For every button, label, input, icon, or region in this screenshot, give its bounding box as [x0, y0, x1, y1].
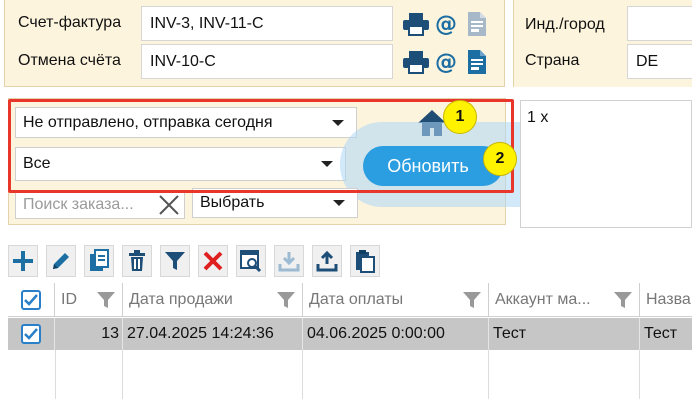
column-pay-date-label: Дата оплаты — [309, 290, 404, 308]
zip-city-label: Инд./город — [525, 16, 605, 33]
badge-1: 1 — [443, 100, 477, 134]
column-header-pay-date[interactable]: Дата оплаты — [303, 283, 489, 317]
edit-icon[interactable] — [46, 245, 76, 277]
column-header-id[interactable]: ID — [55, 283, 123, 317]
svg-text:@: @ — [435, 50, 457, 74]
column-sale-date-label: Дата продажи — [129, 290, 233, 308]
cancel-invoice-label: Отмена счёта — [18, 52, 121, 69]
print-icon-2[interactable] — [401, 49, 431, 75]
search-doc-icon[interactable] — [236, 245, 266, 277]
delete-icon[interactable] — [122, 245, 152, 277]
svg-text:@: @ — [435, 12, 457, 36]
cancel-invoice-field[interactable]: INV-10-C — [141, 44, 393, 79]
invoice-field[interactable]: INV-3, INV-11-C — [141, 6, 393, 41]
column-name-label: Назва — [646, 290, 691, 308]
zip-city-field[interactable] — [627, 6, 692, 41]
select-all-header — [8, 283, 55, 317]
highlight-frame — [8, 99, 514, 193]
export-icon[interactable] — [312, 245, 342, 277]
column-header-name[interactable]: Назва — [640, 283, 692, 317]
note-text: 1 x — [527, 109, 549, 126]
column-divider — [639, 350, 640, 399]
table-cell-id[interactable]: 13 — [55, 318, 123, 350]
column-header-account[interactable]: Аккаунт ма... — [489, 283, 640, 317]
choose-select-value: Выбрать — [200, 194, 265, 211]
table-cell-name[interactable]: Тест — [640, 318, 692, 350]
badge-2: 2 — [483, 142, 517, 176]
toolbar — [8, 245, 380, 277]
column-filter-icon[interactable] — [96, 290, 116, 310]
column-filter-icon[interactable] — [276, 290, 296, 310]
row-select-cell — [8, 318, 55, 350]
order-search-placeholder: Поиск заказа... — [23, 195, 134, 213]
paste-icon[interactable] — [350, 245, 380, 277]
column-id-label: ID — [61, 290, 77, 308]
document-icon[interactable] — [465, 10, 489, 38]
column-filter-icon[interactable] — [462, 290, 482, 310]
clear-search-icon[interactable] — [156, 192, 182, 218]
column-divider — [55, 350, 56, 399]
invoice-label: Счет-фактура — [18, 14, 122, 31]
table-cell-pay-date[interactable]: 04.06.2025 0:00:00 — [303, 318, 489, 350]
document-icon-2[interactable] — [465, 48, 489, 76]
filter-icon[interactable] — [160, 245, 190, 277]
add-icon[interactable] — [8, 245, 38, 277]
country-field[interactable]: DE — [627, 44, 692, 79]
column-filter-icon[interactable] — [613, 290, 633, 310]
print-icon[interactable] — [401, 11, 431, 37]
country-label: Страна — [525, 52, 580, 69]
column-account-label: Аккаунт ма... — [495, 290, 591, 308]
select-all-checkbox[interactable] — [21, 289, 41, 310]
email-icon[interactable]: @ — [433, 11, 459, 37]
clear-filter-icon[interactable] — [198, 245, 228, 277]
chevron-down-icon-3 — [333, 200, 345, 206]
copy-icon[interactable] — [84, 245, 114, 277]
import-icon[interactable] — [274, 245, 304, 277]
table-cell-account[interactable]: Тест — [489, 318, 640, 350]
table-cell-sale-date[interactable]: 27.04.2025 14:24:36 — [123, 318, 303, 350]
row-checkbox[interactable] — [21, 324, 41, 344]
email-icon-2[interactable]: @ — [433, 49, 459, 75]
note-box[interactable]: 1 x — [520, 100, 692, 228]
column-header-sale-date[interactable]: Дата продажи — [123, 283, 303, 317]
column-divider — [122, 350, 123, 399]
column-divider — [488, 350, 489, 399]
column-divider — [302, 350, 303, 399]
